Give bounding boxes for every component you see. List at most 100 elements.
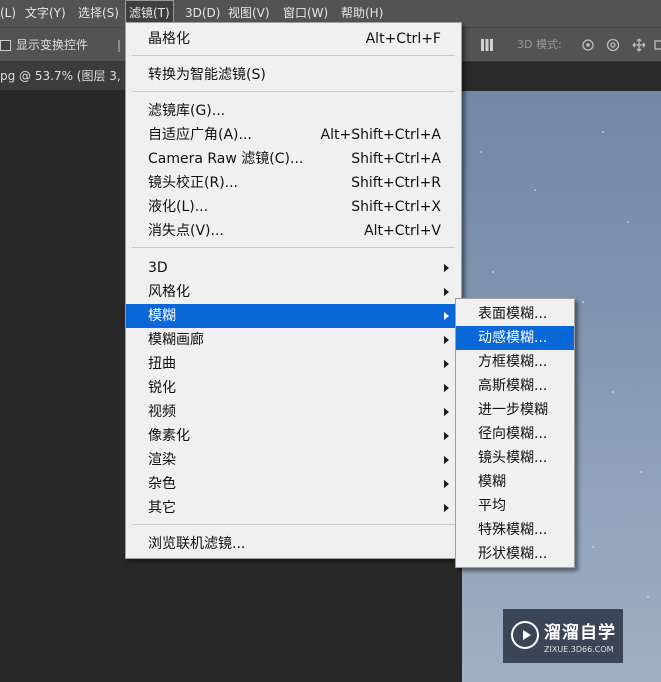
submenu-arrow-icon	[444, 312, 449, 320]
menu-separator	[132, 55, 455, 56]
menu-select[interactable]: 选择(S)	[78, 0, 119, 27]
menu-item-liquify[interactable]: 液化(L)... Shift+Ctrl+X	[126, 195, 461, 219]
submenu-item-radial-blur[interactable]: 径向模糊...	[456, 422, 574, 446]
submenu-item-blur[interactable]: 模糊	[456, 470, 574, 494]
menu-separator	[132, 524, 455, 525]
snow-speck	[627, 221, 629, 223]
submenu-item-label: 表面模糊...	[478, 306, 548, 322]
menu-item-label: 浏览联机滤镜...	[148, 536, 246, 552]
menu-item-video[interactable]: 视频	[126, 400, 461, 424]
submenu-item-label: 特殊模糊...	[478, 522, 548, 538]
menu-item-3d[interactable]: 3D	[126, 256, 461, 280]
menu-item-label: 模糊	[148, 308, 176, 324]
menu-item-label: 模糊画廊	[148, 332, 204, 348]
show-transform-label: 显示变换控件	[16, 38, 89, 52]
menu-item-vanishing-point[interactable]: 消失点(V)... Alt+Ctrl+V	[126, 219, 461, 243]
watermark-title: 溜溜自学	[544, 623, 616, 643]
menu-item-shortcut: Alt+Shift+Ctrl+A	[320, 127, 441, 143]
menu-item-label: 其它	[148, 500, 176, 516]
submenu-item-label: 动感模糊...	[478, 330, 548, 346]
menu-item-blur-gallery[interactable]: 模糊画廊	[126, 328, 461, 352]
menu-item-filter-gallery[interactable]: 滤镜库(G)...	[126, 99, 461, 123]
submenu-item-box-blur[interactable]: 方框模糊...	[456, 350, 574, 374]
submenu-arrow-icon	[444, 456, 449, 464]
3d-mode-label: 3D 模式:	[517, 38, 562, 51]
snow-speck	[592, 546, 594, 548]
submenu-item-label: 模糊	[478, 474, 506, 490]
menu-item-label: 3D	[148, 260, 168, 276]
snow-speck	[602, 131, 604, 133]
submenu-item-label: 高斯模糊...	[478, 378, 548, 394]
submenu-item-smart-blur[interactable]: 特殊模糊...	[456, 518, 574, 542]
orbit-3d-icon[interactable]	[581, 38, 595, 52]
menu-item-shortcut: Shift+Ctrl+R	[351, 175, 441, 191]
submenu-item-lens-blur[interactable]: 镜头模糊...	[456, 446, 574, 470]
menu-type[interactable]: 文字(Y)	[25, 0, 66, 27]
menu-item-other[interactable]: 其它	[126, 496, 461, 520]
menu-item-label: 视频	[148, 404, 176, 420]
menu-item-crystallize[interactable]: 晶格化 Alt+Ctrl+F	[126, 27, 461, 51]
menu-item-shortcut: Alt+Ctrl+V	[364, 223, 441, 239]
menu-item-label: 渲染	[148, 452, 176, 468]
menu-item-sharpen[interactable]: 锐化	[126, 376, 461, 400]
menu-item-blur[interactable]: 模糊	[126, 304, 461, 328]
submenu-arrow-icon	[444, 432, 449, 440]
drag-3d-icon[interactable]	[632, 38, 646, 52]
snow-speck	[612, 391, 614, 393]
menu-item-label: 杂色	[148, 476, 176, 492]
submenu-arrow-icon	[444, 384, 449, 392]
submenu-item-label: 进一步模糊	[478, 402, 548, 418]
distribute-icon[interactable]	[480, 38, 494, 52]
menu-item-pixelate[interactable]: 像素化	[126, 424, 461, 448]
menu-item-label: 镜头校正(R)...	[148, 175, 239, 191]
play-icon	[523, 630, 531, 640]
menu-item-label: 扭曲	[148, 356, 176, 372]
menu-item-camera-raw[interactable]: Camera Raw 滤镜(C)... Shift+Ctrl+A	[126, 147, 461, 171]
filter-menu: 晶格化 Alt+Ctrl+F 转换为智能滤镜(S) 滤镜库(G)... 自适应广…	[125, 22, 462, 559]
menu-separator	[132, 91, 455, 92]
submenu-item-blur-more[interactable]: 进一步模糊	[456, 398, 574, 422]
submenu-item-motion-blur[interactable]: 动感模糊...	[456, 326, 574, 350]
menu-item-shortcut: Shift+Ctrl+X	[351, 199, 441, 215]
menu-separator	[132, 247, 455, 248]
submenu-arrow-icon	[444, 264, 449, 272]
menu-item-browse-filters-online[interactable]: 浏览联机滤镜...	[126, 532, 461, 556]
snow-speck	[640, 471, 642, 473]
options-divider	[118, 40, 120, 52]
menu-item-adaptive-wide-angle[interactable]: 自适应广角(A)... Alt+Shift+Ctrl+A	[126, 123, 461, 147]
menu-item-shortcut: Shift+Ctrl+A	[351, 151, 441, 167]
menu-item-label: 锐化	[148, 380, 176, 396]
menu-item-label: Camera Raw 滤镜(C)...	[148, 151, 304, 167]
submenu-item-surface-blur[interactable]: 表面模糊...	[456, 302, 574, 326]
submenu-arrow-icon	[444, 288, 449, 296]
submenu-arrow-icon	[444, 336, 449, 344]
submenu-item-shape-blur[interactable]: 形状模糊...	[456, 542, 574, 566]
menu-layer[interactable]: (L)	[0, 0, 16, 27]
submenu-item-label: 平均	[478, 498, 506, 514]
menu-item-label: 消失点(V)...	[148, 223, 224, 239]
submenu-item-gaussian-blur[interactable]: 高斯模糊...	[456, 374, 574, 398]
menu-item-lens-correction[interactable]: 镜头校正(R)... Shift+Ctrl+R	[126, 171, 461, 195]
menu-item-label: 转换为智能滤镜(S)	[148, 67, 266, 83]
menu-item-noise[interactable]: 杂色	[126, 472, 461, 496]
menu-item-label: 晶格化	[148, 31, 190, 47]
submenu-item-average[interactable]: 平均	[456, 494, 574, 518]
blur-submenu: 表面模糊... 动感模糊... 方框模糊... 高斯模糊... 进一步模糊 径向…	[455, 298, 575, 568]
menu-item-render[interactable]: 渲染	[126, 448, 461, 472]
slide-3d-icon[interactable]	[654, 38, 661, 52]
snow-speck	[582, 301, 584, 303]
menu-item-shortcut: Alt+Ctrl+F	[365, 31, 441, 47]
roll-3d-icon[interactable]	[606, 38, 620, 52]
menu-item-label: 自适应广角(A)...	[148, 127, 252, 143]
submenu-arrow-icon	[444, 504, 449, 512]
menu-item-label: 滤镜库(G)...	[148, 103, 226, 119]
document-tab-title: pg @ 53.7% (图层 3, RG	[0, 69, 143, 83]
document-tab[interactable]: pg @ 53.7% (图层 3, RG	[0, 62, 142, 91]
play-logo-icon	[511, 621, 539, 649]
menu-item-convert-smart-filter[interactable]: 转换为智能滤镜(S)	[126, 63, 461, 87]
menu-item-distort[interactable]: 扭曲	[126, 352, 461, 376]
submenu-arrow-icon	[444, 408, 449, 416]
show-transform-checkbox[interactable]	[0, 40, 11, 51]
menu-item-stylize[interactable]: 风格化	[126, 280, 461, 304]
submenu-item-label: 形状模糊...	[478, 546, 548, 562]
